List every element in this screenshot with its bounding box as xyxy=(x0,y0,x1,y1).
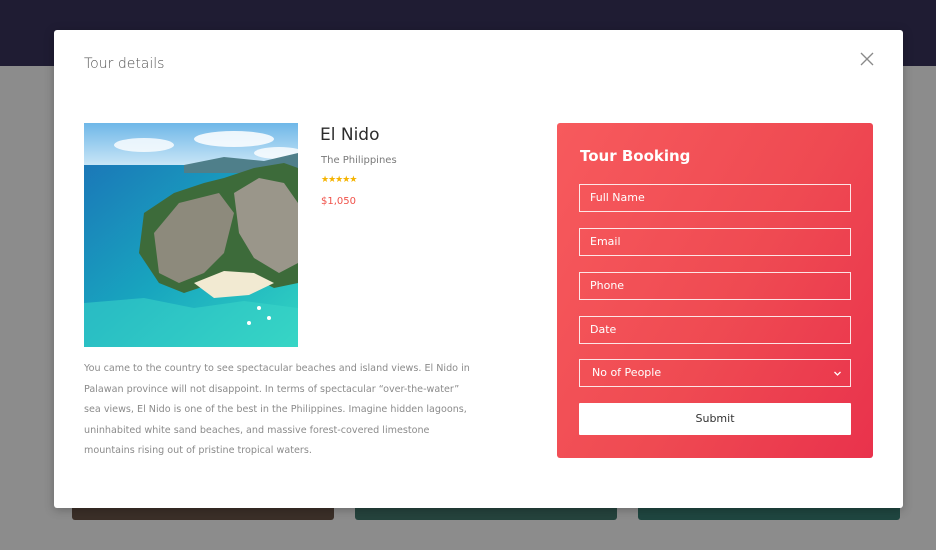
booking-title: Tour Booking xyxy=(580,147,691,165)
star-icon: ★ xyxy=(349,175,357,185)
tour-rating: ★ ★ ★ ★ ★ xyxy=(321,175,357,185)
date-placeholder: Date xyxy=(590,323,617,336)
submit-button[interactable]: Submit xyxy=(579,403,851,435)
tour-details-modal: Tour details El Nido The Philippines ★ ★… xyxy=(54,30,903,508)
full-name-placeholder: Full Name xyxy=(590,191,645,204)
tour-name: El Nido xyxy=(320,125,380,145)
email-input[interactable]: Email xyxy=(579,228,851,256)
date-input[interactable]: Date xyxy=(579,316,851,344)
booking-form: Tour Booking Full Name Email Phone Date … xyxy=(557,123,873,458)
phone-input[interactable]: Phone xyxy=(579,272,851,300)
modal-title: Tour details xyxy=(84,56,165,72)
email-placeholder: Email xyxy=(590,235,621,248)
star-icon: ★ xyxy=(328,175,336,185)
tour-image xyxy=(84,123,298,347)
star-icon: ★ xyxy=(342,175,350,185)
close-button[interactable] xyxy=(856,48,878,70)
tour-location: The Philippines xyxy=(321,155,397,166)
star-icon: ★ xyxy=(321,175,329,185)
full-name-input[interactable]: Full Name xyxy=(579,184,851,212)
chevron-down-icon xyxy=(833,369,842,378)
people-select[interactable]: No of People xyxy=(579,359,851,387)
close-icon xyxy=(860,52,874,66)
people-select-value: No of People xyxy=(592,366,662,379)
tour-description: You came to the country to see spectacul… xyxy=(84,363,470,456)
tour-price: $1,050 xyxy=(321,196,356,207)
phone-placeholder: Phone xyxy=(590,279,625,292)
star-icon: ★ xyxy=(335,175,343,185)
